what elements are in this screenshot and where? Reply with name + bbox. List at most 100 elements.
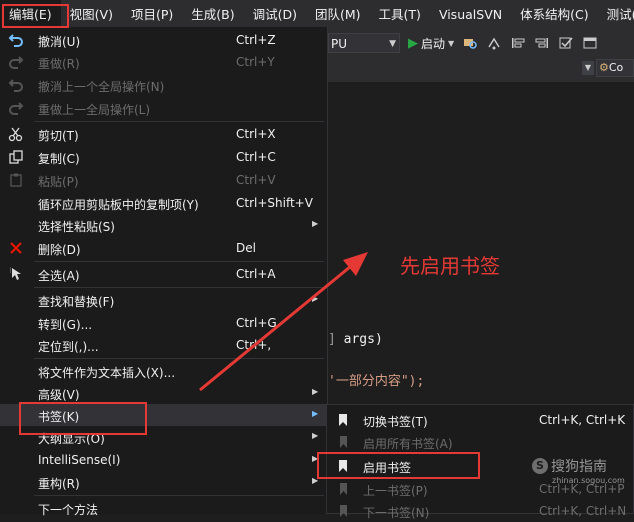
menu-item-label: 剪切(T): [38, 129, 79, 143]
menu-architecture[interactable]: 体系结构(C): [511, 0, 597, 30]
delete-x-icon: [10, 242, 22, 254]
menu-item-label: 撤消(U): [38, 35, 81, 49]
menu-item-label: 书签(K): [38, 410, 80, 424]
menu-item-paste[interactable]: 粘贴(P) Ctrl+V: [0, 169, 326, 191]
chevron-down-icon: ▼: [389, 39, 396, 49]
edit-menu: 撤消(U) Ctrl+Z 重做(R) Ctrl+Y 撤消上一个全局操作(N) 重…: [0, 27, 328, 517]
menu-item-label: 将文件作为文本插入(X)...: [38, 366, 176, 380]
menu-item-advanced[interactable]: 高级(V) ▶: [0, 382, 326, 404]
code-text: '一部分内容");: [328, 374, 425, 389]
watermark-title: 搜狗指南: [551, 459, 607, 475]
browse-icon[interactable]: [462, 35, 478, 51]
menu-team[interactable]: 团队(M): [306, 0, 370, 30]
menu-item-undo-global[interactable]: 撤消上一个全局操作(N): [0, 74, 326, 96]
submenu-item-next-bookmark[interactable]: 下一书签(N) Ctrl+K, Ctrl+N: [327, 500, 633, 522]
menu-separator: [34, 121, 324, 122]
menu-item-refactor[interactable]: 重构(R) ▶: [0, 471, 326, 493]
submenu-arrow-icon: ▶: [312, 431, 319, 440]
start-button[interactable]: ▶ 启动 ▼: [408, 35, 454, 52]
redo-global-icon: [9, 102, 24, 115]
previous-bookmark-icon: [340, 483, 347, 495]
copy-icon: [9, 150, 23, 164]
menu-item-shortcut: Ctrl+Z: [236, 33, 276, 47]
menu-item-redo-global[interactable]: 重做上一全局操作(L): [0, 97, 326, 119]
paste-icon: [10, 173, 22, 187]
menu-item-select-all[interactable]: 全选(A) Ctrl+A: [0, 263, 326, 285]
menu-project[interactable]: 项目(P): [122, 0, 182, 30]
align-right-icon[interactable]: [534, 35, 550, 51]
menu-item-label: 选择性粘贴(S): [38, 220, 115, 234]
code-text: args): [343, 332, 383, 347]
menu-edit[interactable]: 编辑(E): [0, 0, 61, 30]
menu-item-bookmarks[interactable]: 书签(K) ▶: [0, 404, 326, 426]
menu-item-shortcut: Ctrl+A: [236, 267, 276, 281]
platform-value: PU: [331, 37, 348, 51]
menu-separator: [34, 261, 324, 262]
menu-item-shortcut: Ctrl+X: [236, 127, 276, 141]
menu-item-shortcut: Ctrl+Y: [236, 55, 275, 69]
select-all-icon: [10, 267, 21, 280]
menu-item-goto[interactable]: 转到(G)... Ctrl+G: [0, 312, 326, 334]
menu-tools[interactable]: 工具(T): [370, 0, 430, 30]
submenu-item-enable-all-bookmarks[interactable]: 启用所有书签(A): [327, 431, 633, 453]
watermark: S 搜狗指南 zhinan.sogou.com: [532, 456, 625, 485]
menu-item-cycle-clipboard[interactable]: 循环应用剪贴板中的复制项(Y) Ctrl+Shift+V: [0, 192, 326, 214]
menu-item-label: 定位到(,)...: [38, 340, 99, 354]
window-icon[interactable]: [582, 35, 598, 51]
menu-item-navigate-to[interactable]: 定位到(,)... Ctrl+,: [0, 334, 326, 356]
menu-separator: [34, 495, 324, 496]
menu-item-label: 粘贴(P): [38, 175, 79, 189]
menu-item-shortcut: Del: [236, 241, 256, 255]
menu-item-label: 下一个方法: [38, 503, 99, 517]
code-line: ] args): [328, 332, 383, 347]
undo-global-icon: [8, 79, 23, 92]
submenu-arrow-icon: ▶: [312, 219, 319, 228]
bookmark-icon: [339, 460, 347, 472]
menu-item-redo[interactable]: 重做(R) Ctrl+Y: [0, 51, 326, 73]
submenu-arrow-icon: ▶: [312, 476, 319, 485]
submenu-item-shortcut: Ctrl+K, Ctrl+N: [539, 504, 627, 518]
menu-item-delete[interactable]: 删除(D) Del: [0, 237, 326, 259]
bookmarks-disabled-icon: [340, 436, 347, 448]
member-dropdown[interactable]: ⚙Co: [596, 59, 634, 77]
menu-item-label: IntelliSense(I): [38, 453, 121, 467]
menu-view[interactable]: 视图(V): [61, 0, 122, 30]
menu-debug[interactable]: 调试(D): [244, 0, 306, 30]
menu-item-intellisense[interactable]: IntelliSense(I) ▶: [0, 449, 326, 471]
menu-item-label: 复制(C): [38, 152, 80, 166]
submenu-item-label: 切换书签(T): [363, 415, 428, 429]
align-left-icon[interactable]: [510, 35, 526, 51]
menu-item-paste-special[interactable]: 选择性粘贴(S) ▶: [0, 214, 326, 236]
chevron-down-icon[interactable]: ▼: [582, 61, 594, 75]
menu-item-label: 查找和替换(F): [38, 295, 115, 309]
navigation-bar: ▼ ⚙Co: [328, 56, 634, 82]
menu-item-next-method[interactable]: 下一个方法: [0, 497, 326, 519]
annotation-text: 先启用书签: [400, 254, 500, 278]
menu-item-cut[interactable]: 剪切(T) Ctrl+X: [0, 123, 326, 145]
menu-item-undo[interactable]: 撤消(U) Ctrl+Z: [0, 29, 326, 51]
toolbar: PU ▼ ▶ 启动 ▼: [328, 30, 634, 56]
menu-test[interactable]: 测试(S): [598, 0, 634, 30]
menu-item-label: 大纲显示(O): [38, 432, 105, 446]
submenu-item-toggle-bookmark[interactable]: 切换书签(T) Ctrl+K, Ctrl+K: [327, 409, 633, 431]
menu-item-outlining[interactable]: 大纲显示(O) ▶: [0, 426, 326, 448]
menu-separator: [34, 287, 324, 288]
play-icon: ▶: [408, 35, 418, 51]
checkbox-icon[interactable]: [558, 35, 574, 51]
menu-item-shortcut: Ctrl+Shift+V: [236, 196, 313, 210]
code-line: '一部分内容");: [328, 370, 424, 389]
bookmark-icon: [339, 414, 347, 426]
menu-visualsvn[interactable]: VisualSVN: [430, 0, 511, 30]
undo-icon: [8, 34, 23, 47]
submenu-item-label: 启用书签: [363, 461, 412, 475]
menu-item-label: 转到(G)...: [38, 318, 93, 332]
menu-item-label: 重做上一全局操作(L): [38, 103, 151, 117]
scissors-icon: [8, 127, 23, 142]
step-icon[interactable]: [486, 35, 502, 51]
platform-dropdown[interactable]: PU ▼: [328, 33, 400, 53]
menu-build[interactable]: 生成(B): [182, 0, 243, 30]
menu-item-find-replace[interactable]: 查找和替换(F) ▶: [0, 289, 326, 311]
menu-item-insert-file-as-text[interactable]: 将文件作为文本插入(X)...: [0, 360, 326, 382]
submenu-item-label: 启用所有书签(A): [363, 437, 453, 451]
menu-item-copy[interactable]: 复制(C) Ctrl+C: [0, 146, 326, 168]
